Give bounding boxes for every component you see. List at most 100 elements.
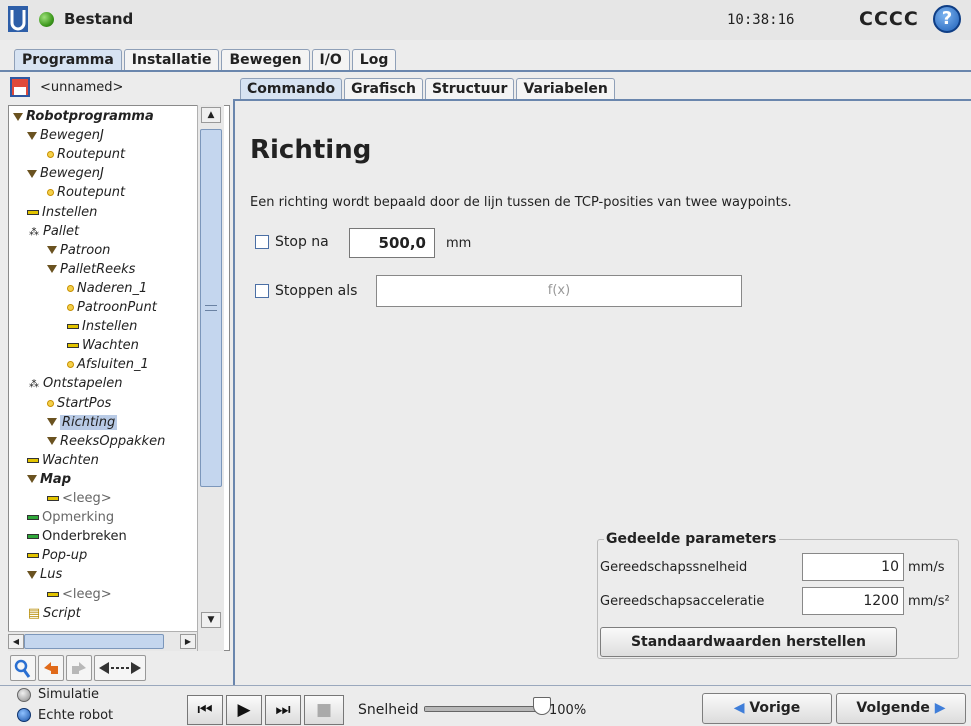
tree-node[interactable]: Wachten bbox=[27, 452, 99, 470]
tree-node-label: Lus bbox=[40, 567, 63, 583]
command-bar-icon bbox=[47, 496, 59, 501]
speed-value: 100% bbox=[549, 703, 587, 718]
tree-node[interactable]: Instellen bbox=[27, 204, 97, 222]
redo-icon[interactable] bbox=[66, 655, 92, 681]
folder-triangle-icon bbox=[47, 265, 57, 274]
tool-speed-label: Gereedschapssnelheid bbox=[600, 560, 748, 575]
step-forward-button[interactable]: ⏭ bbox=[265, 695, 301, 725]
tab-installatie[interactable]: Installatie bbox=[123, 49, 220, 71]
tree-node[interactable]: <leeg> bbox=[47, 586, 112, 604]
tree-node[interactable]: Patroon bbox=[47, 242, 110, 260]
tab-variabelen[interactable]: Variabelen bbox=[516, 78, 615, 100]
tree-node[interactable]: StartPos bbox=[47, 395, 111, 413]
tree-node[interactable]: Lus bbox=[27, 566, 62, 584]
stop-after-checkbox[interactable] bbox=[255, 235, 269, 249]
tree-node-label: Pop-up bbox=[42, 548, 88, 564]
play-button[interactable]: ▶ bbox=[226, 695, 262, 725]
stop-button[interactable]: ■ bbox=[304, 695, 344, 725]
program-header: <unnamed> bbox=[8, 75, 230, 99]
tab-commando[interactable]: Commando bbox=[240, 78, 343, 100]
speed-slider[interactable] bbox=[424, 706, 542, 712]
tree-node-label: Naderen_1 bbox=[77, 280, 148, 296]
arrow-left-icon: ◀ bbox=[733, 700, 745, 716]
tab-programma[interactable]: Programma bbox=[14, 49, 122, 71]
file-menu[interactable]: Bestand bbox=[64, 10, 133, 28]
tab-bewegen[interactable]: Bewegen bbox=[221, 49, 310, 71]
tree-node[interactable]: ▤ Script bbox=[27, 605, 81, 623]
command-bar-icon bbox=[67, 324, 79, 330]
tool-accel-label: Gereedschapsacceleratie bbox=[600, 594, 765, 609]
tree-node[interactable]: PalletReeks bbox=[47, 261, 135, 279]
tab-log[interactable]: Log bbox=[351, 49, 397, 71]
tree-node[interactable]: BewegenJ bbox=[27, 165, 104, 183]
next-button[interactable]: Volgende ▶ bbox=[836, 693, 966, 724]
tree-node-label: Routepunt bbox=[57, 147, 126, 163]
tree-node[interactable]: Map bbox=[27, 471, 71, 489]
tree-node[interactable]: ⁂ Ontstapelen bbox=[27, 375, 123, 393]
tree-node[interactable]: Opmerking bbox=[27, 509, 114, 527]
command-bar-icon bbox=[27, 515, 39, 521]
real-robot-radio[interactable] bbox=[17, 708, 31, 722]
command-tabs: Commando Grafisch Structuur Variabelen bbox=[240, 78, 617, 100]
hscroll-thumb[interactable] bbox=[24, 634, 164, 649]
simulation-radio[interactable] bbox=[17, 688, 31, 702]
reset-defaults-button[interactable]: Standaardwaarden herstellen bbox=[600, 627, 897, 657]
waypoint-icon bbox=[47, 189, 54, 197]
skip-back-icon: ⏮ bbox=[197, 700, 213, 720]
previous-button[interactable]: ◀ Vorige bbox=[702, 693, 832, 724]
waypoint-icon bbox=[47, 399, 54, 407]
tree-vertical-scrollbar[interactable]: ▲ ▼ bbox=[197, 105, 224, 651]
cursor-move-icon[interactable] bbox=[94, 655, 146, 681]
stop-after-distance-input[interactable]: 500,0 bbox=[349, 228, 435, 258]
pallet-icon: ⁂ bbox=[29, 226, 39, 238]
scroll-down-icon[interactable]: ▼ bbox=[201, 612, 221, 628]
tab-structuur[interactable]: Structuur bbox=[424, 78, 515, 100]
scroll-right-icon[interactable]: ▶ bbox=[180, 634, 196, 649]
tree-node[interactable]: Instellen bbox=[67, 318, 137, 336]
tree-horizontal-scrollbar[interactable]: ◀ ▶ bbox=[8, 631, 197, 651]
tool-accel-input[interactable]: 1200 bbox=[802, 587, 904, 615]
stop-after-unit: mm bbox=[446, 236, 472, 251]
stop-after-label: Stop na bbox=[275, 234, 329, 250]
tree-node[interactable]: <leeg> bbox=[47, 490, 112, 508]
tree-node[interactable]: BewegenJ bbox=[27, 127, 104, 145]
tree-node-label: Onderbreken bbox=[42, 529, 127, 545]
tree-node-label: Map bbox=[40, 471, 72, 487]
stop-if-checkbox[interactable] bbox=[255, 284, 269, 298]
tree-node[interactable]: ReeksOppakken bbox=[47, 433, 165, 451]
tab-i-o[interactable]: I/O bbox=[311, 49, 350, 71]
scroll-left-icon[interactable]: ◀ bbox=[8, 634, 24, 649]
tree-node[interactable]: Routepunt bbox=[47, 184, 125, 202]
folder-triangle-icon bbox=[27, 131, 37, 140]
tree-node[interactable]: Naderen_1 bbox=[67, 280, 147, 298]
robot-name: CCCC bbox=[859, 8, 919, 30]
tree-node[interactable]: Routepunt bbox=[47, 146, 125, 164]
tree-node[interactable]: PatroonPunt bbox=[67, 299, 157, 317]
tree-node-label: Wachten bbox=[82, 338, 139, 354]
tree-node[interactable]: Wachten bbox=[67, 337, 139, 355]
tree-node-label: Patroon bbox=[60, 242, 111, 258]
skip-back-button[interactable]: ⏮ bbox=[187, 695, 223, 725]
scroll-thumb[interactable] bbox=[200, 129, 222, 487]
tree-node-label: Ontstapelen bbox=[43, 376, 123, 392]
tree-node-label: Instellen bbox=[42, 204, 98, 220]
tree-node[interactable]: Afsluiten_1 bbox=[67, 356, 149, 374]
tool-speed-input[interactable]: 10 bbox=[802, 553, 904, 581]
help-icon[interactable]: ? bbox=[933, 5, 961, 33]
save-icon[interactable] bbox=[10, 77, 30, 97]
waypoint-icon bbox=[67, 361, 74, 369]
tab-grafisch[interactable]: Grafisch bbox=[344, 78, 423, 100]
tree-node[interactable]: ⁂ Pallet bbox=[27, 223, 79, 241]
tree-node[interactable]: Onderbreken bbox=[27, 528, 127, 546]
command-bar-icon bbox=[27, 457, 39, 463]
search-icon[interactable] bbox=[10, 655, 36, 681]
stop-if-expression-input[interactable]: f(x) bbox=[376, 275, 742, 307]
tree-node[interactable]: Richting bbox=[47, 414, 118, 432]
scroll-up-icon[interactable]: ▲ bbox=[201, 107, 221, 123]
undo-icon[interactable] bbox=[38, 655, 64, 681]
tree-node-label: PalletReeks bbox=[60, 261, 136, 277]
tree-node-label: Pallet bbox=[43, 223, 80, 239]
stop-icon: ■ bbox=[315, 700, 333, 720]
tree-node[interactable]: Pop-up bbox=[27, 547, 87, 565]
tree-node[interactable]: Robotprogramma bbox=[13, 108, 154, 126]
